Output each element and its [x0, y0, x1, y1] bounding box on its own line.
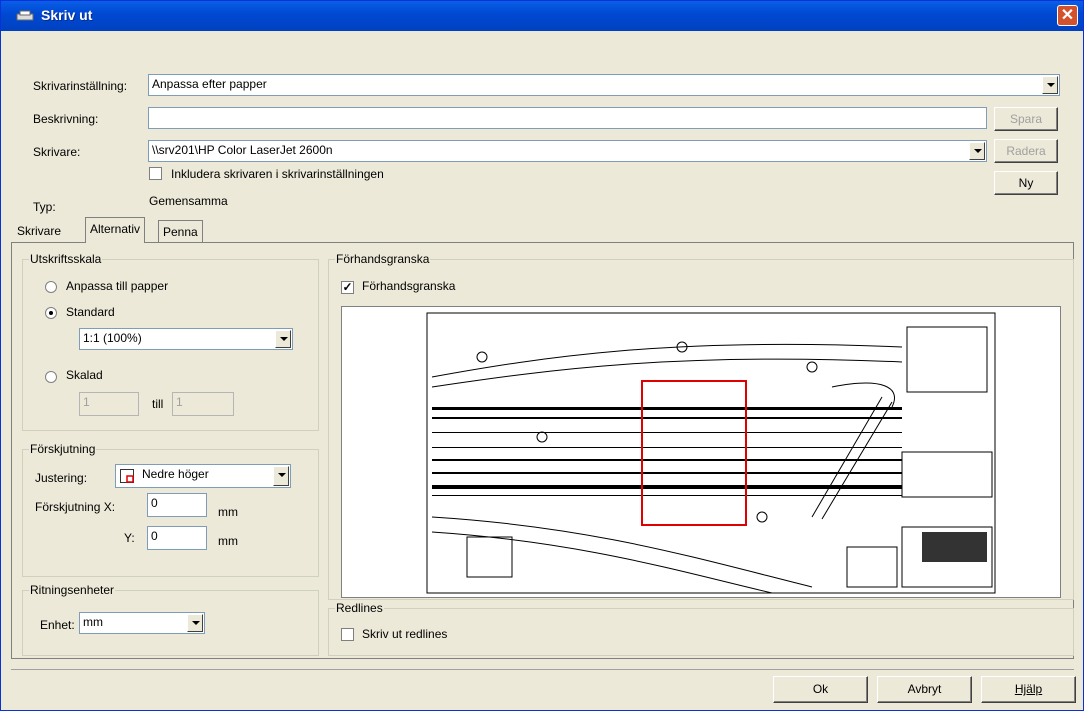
printer-select[interactable]: \\srv201\HP Color LaserJet 2600n [148, 140, 987, 162]
help-button[interactable]: Hjälp [981, 676, 1076, 703]
unit-label: Enhet: [40, 618, 75, 632]
print-dialog: Skriv ut ✕ Skrivarinställning: Anpassa e… [0, 0, 1084, 711]
fit-radio[interactable] [45, 281, 57, 293]
preview-group-title: Förhandsgranska [335, 252, 431, 266]
redlines-checkbox[interactable] [341, 628, 354, 641]
standard-radio[interactable] [45, 307, 57, 319]
offset-group-title: Förskjutning [29, 442, 97, 456]
scaled-from-input[interactable]: 1 [79, 392, 139, 416]
to-label: till [152, 397, 164, 411]
printer-setting-value: Anpassa efter papper [152, 77, 267, 91]
printer-value: \\srv201\HP Color LaserJet 2600n [152, 143, 333, 157]
preview-canvas[interactable] [341, 306, 1061, 598]
type-label: Typ: [33, 200, 56, 214]
chevron-down-icon[interactable] [969, 142, 985, 160]
fit-label: Anpassa till papper [66, 279, 169, 293]
redlines-checkbox-label: Skriv ut redlines [362, 627, 448, 641]
scaled-to-input[interactable]: 1 [172, 392, 234, 416]
description-field[interactable] [148, 107, 987, 129]
tab-options[interactable]: Alternativ [85, 217, 146, 243]
cancel-button[interactable]: Avbryt [877, 676, 972, 703]
window-title: Skriv ut [41, 7, 93, 23]
offset-x-unit: mm [218, 505, 238, 519]
tab-pen[interactable]: Penna [158, 220, 203, 242]
offset-y-input[interactable]: 0 [147, 526, 207, 550]
offset-y-unit: mm [218, 534, 238, 548]
scale-value: 1:1 (100%) [83, 331, 142, 345]
offset-x-input[interactable]: 0 [147, 493, 207, 517]
printer-setting-select[interactable]: Anpassa efter papper [148, 74, 1060, 96]
unit-value: mm [83, 615, 103, 629]
chevron-down-icon[interactable] [187, 614, 203, 632]
scale-group-title: Utskriftsskala [29, 252, 103, 266]
include-printer-label: Inkludera skrivaren i skrivarinställning… [171, 167, 384, 181]
title-bar[interactable]: Skriv ut ✕ [1, 1, 1083, 31]
new-button[interactable]: Ny [994, 171, 1058, 195]
chevron-down-icon[interactable] [1042, 76, 1058, 94]
bottom-right-align-icon [120, 469, 134, 483]
redlines-group-title: Redlines [335, 601, 384, 615]
align-value: Nedre höger [142, 467, 209, 481]
offset-y-label: Y: [124, 531, 135, 545]
close-icon[interactable]: ✕ [1057, 5, 1078, 26]
preview-checkbox-label: Förhandsgranska [362, 279, 456, 293]
printer-icon [16, 10, 34, 21]
unit-select[interactable]: mm [79, 612, 205, 634]
drawing-preview-image [426, 312, 996, 594]
separator [11, 669, 1074, 670]
tab-printer[interactable]: Skrivare [13, 220, 65, 242]
units-group-title: Ritningsenheter [29, 583, 116, 597]
delete-button[interactable]: Radera [994, 139, 1058, 163]
description-label: Beskrivning: [33, 112, 99, 126]
scaled-radio[interactable] [45, 371, 57, 383]
ok-button[interactable]: Ok [773, 676, 868, 703]
preview-checkbox[interactable]: ✓ [341, 281, 354, 294]
printer-setting-label: Skrivarinställning: [33, 79, 128, 93]
scaled-label: Skalad [66, 368, 103, 382]
include-printer-checkbox[interactable] [149, 167, 162, 180]
chevron-down-icon[interactable] [273, 466, 289, 486]
standard-label: Standard [66, 305, 115, 319]
save-button[interactable]: Spara [994, 107, 1058, 131]
type-value: Gemensamma [149, 194, 228, 208]
align-label: Justering: [35, 471, 88, 485]
printer-label: Skrivare: [33, 145, 81, 159]
offset-x-label: Förskjutning X: [35, 500, 116, 514]
chevron-down-icon[interactable] [275, 330, 291, 348]
scale-select[interactable]: 1:1 (100%) [79, 328, 293, 350]
align-select[interactable]: Nedre höger [115, 464, 291, 488]
